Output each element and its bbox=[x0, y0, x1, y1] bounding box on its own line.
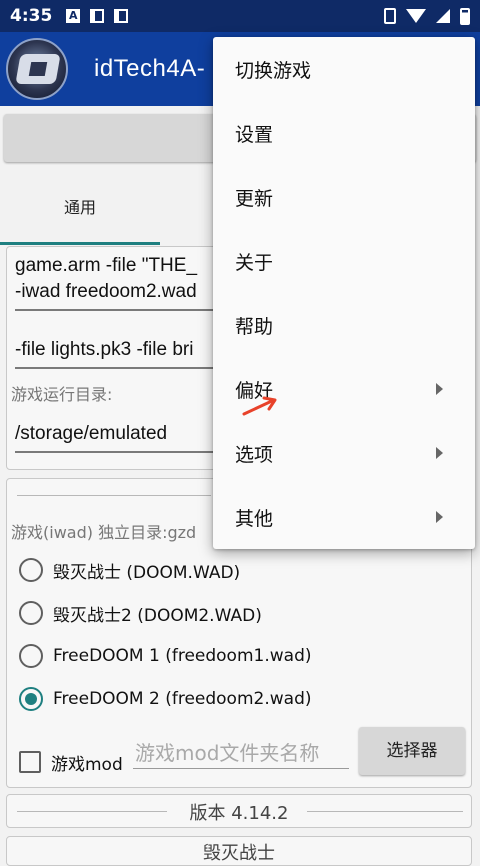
radio-button[interactable] bbox=[19, 558, 43, 582]
status-bar: 4:35 A bbox=[0, 0, 480, 32]
menu-item-label: 更新 bbox=[235, 188, 274, 210]
mod-checkbox[interactable] bbox=[19, 751, 41, 773]
menu-item-settings[interactable]: 设置 bbox=[213, 101, 475, 165]
menu-item-label: 其他 bbox=[235, 508, 274, 530]
radio-label: FreeDOOM 2 (freedoom2.wad) bbox=[53, 689, 312, 709]
app-logo-icon bbox=[6, 38, 68, 100]
menu-item-switch-game[interactable]: 切换游戏 bbox=[213, 37, 475, 101]
tab-indicator bbox=[0, 242, 160, 245]
menu-item-update[interactable]: 更新 bbox=[213, 165, 475, 229]
app-notification-icon: A bbox=[66, 9, 81, 23]
args-line-3[interactable]: -file lights.pk3 -file bri bbox=[15, 339, 193, 361]
version-card: 版本 4.14.2 bbox=[6, 794, 472, 828]
tab-general[interactable]: 通用 bbox=[0, 170, 160, 246]
radio-option[interactable]: 毁灭战士2 (DOOM2.WAD) bbox=[19, 596, 262, 630]
overflow-menu: 切换游戏 设置 更新 关于 帮助 偏好 选项 其他 bbox=[213, 37, 475, 549]
menu-item-about[interactable]: 关于 bbox=[213, 229, 475, 293]
submenu-arrow-icon bbox=[436, 447, 443, 459]
radio-button[interactable] bbox=[19, 644, 43, 668]
mod-input-underline bbox=[133, 768, 349, 769]
book-icon bbox=[90, 9, 105, 23]
radio-button-selected[interactable] bbox=[19, 687, 43, 711]
version-label: 版本 4.14.2 bbox=[189, 803, 289, 824]
mod-folder-input[interactable]: 游戏mod文件夹名称 bbox=[135, 737, 319, 766]
next-card-label: 毁灭战士 bbox=[203, 843, 275, 864]
run-dir-label: 游戏运行目录: bbox=[11, 385, 113, 404]
iwad-dir-label: 游戏(iwad) 独立目录:gzd bbox=[11, 523, 197, 542]
vibrate-icon bbox=[384, 8, 396, 24]
cellular-signal-icon bbox=[436, 9, 450, 23]
section-divider bbox=[17, 495, 211, 496]
app-title: idTech4A- bbox=[94, 55, 206, 82]
radio-label: FreeDOOM 1 (freedoom1.wad) bbox=[53, 646, 312, 666]
version-divider-right bbox=[307, 811, 463, 812]
radio-label: 毁灭战士2 (DOOM2.WAD) bbox=[53, 605, 262, 626]
menu-item-label: 切换游戏 bbox=[235, 60, 312, 82]
battery-icon bbox=[460, 7, 470, 25]
submenu-arrow-icon bbox=[436, 511, 443, 523]
args-line-2[interactable]: -iwad freedoom2.wad bbox=[15, 281, 197, 303]
annotation-arrow-icon bbox=[242, 396, 277, 416]
status-time: 4:35 bbox=[10, 6, 53, 26]
picker-button[interactable]: 选择器 bbox=[359, 727, 465, 775]
radio-option[interactable]: FreeDOOM 1 (freedoom1.wad) bbox=[19, 639, 312, 673]
menu-item-label: 帮助 bbox=[235, 316, 274, 338]
wifi-icon bbox=[406, 9, 426, 23]
run-dir-field[interactable]: /storage/emulated bbox=[15, 423, 167, 445]
book-icon bbox=[114, 9, 129, 23]
menu-item-label: 关于 bbox=[235, 252, 274, 274]
menu-item-other[interactable]: 其他 bbox=[213, 485, 475, 549]
menu-item-help[interactable]: 帮助 bbox=[213, 293, 475, 357]
mod-checkbox-label: 游戏mod bbox=[51, 754, 123, 775]
next-card: 毁灭战士 bbox=[6, 836, 472, 866]
radio-button[interactable] bbox=[19, 601, 43, 625]
mod-checkbox-row[interactable]: 游戏mod bbox=[19, 745, 123, 779]
args-line-1[interactable]: game.arm -file "THE_ bbox=[15, 255, 197, 277]
radio-option[interactable]: 毁灭战士 (DOOM.WAD) bbox=[19, 553, 240, 587]
radio-label: 毁灭战士 (DOOM.WAD) bbox=[53, 562, 241, 583]
menu-item-options[interactable]: 选项 bbox=[213, 421, 475, 485]
menu-item-label: 设置 bbox=[235, 124, 274, 146]
submenu-arrow-icon bbox=[436, 383, 443, 395]
radio-option[interactable]: FreeDOOM 2 (freedoom2.wad) bbox=[19, 682, 312, 716]
menu-item-label: 选项 bbox=[235, 444, 274, 466]
